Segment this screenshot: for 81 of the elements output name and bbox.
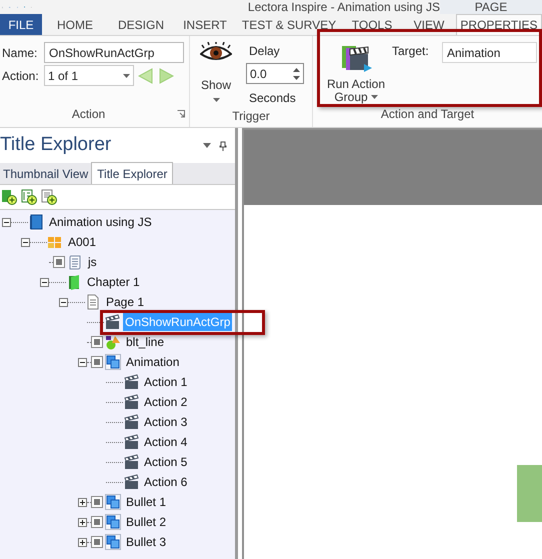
ribbon-tab[interactable]: DESIGN (108, 14, 174, 35)
chapter-book-icon (66, 274, 82, 290)
panel-title: Title Explorer (0, 133, 112, 158)
ribbon-tab[interactable]: VIEW (402, 14, 456, 35)
clapperboard-icon (123, 394, 139, 410)
clapperboard-icon (123, 434, 139, 450)
tree-item[interactable]: Action 3 (142, 413, 190, 431)
tree-item[interactable]: Action 5 (142, 453, 190, 471)
page-icon (85, 294, 101, 310)
ribbon-tab[interactable]: INSERT (174, 14, 236, 35)
panel-tab[interactable]: Title Explorer (91, 162, 174, 184)
scroll-icon (67, 254, 83, 270)
expand-toggle-icon[interactable] (78, 538, 87, 546)
ribbon-tab[interactable]: HOME (42, 14, 108, 35)
tree-item[interactable]: Bullet 3 (124, 533, 168, 551)
tree-item[interactable]: js (86, 253, 99, 271)
seconds-label: Seconds (249, 90, 297, 107)
tree-item[interactable]: Action 1 (142, 373, 190, 391)
tree-item[interactable]: Animation using JS (47, 213, 154, 231)
spin-arrows-icon (293, 68, 300, 80)
collapse-toggle-icon[interactable] (2, 218, 11, 226)
expand-toggle-icon[interactable] (78, 518, 87, 526)
action-dropdown[interactable]: 1 of 1 (44, 65, 134, 86)
overlapping-squares-icon (105, 494, 121, 510)
delay-label: Delay (249, 43, 281, 60)
collapse-toggle-icon[interactable] (59, 298, 68, 306)
file-menu-tab[interactable]: FILE (0, 14, 42, 35)
tree-item[interactable]: Animation (124, 353, 182, 371)
book-icon (28, 214, 44, 230)
target-label: Target: (392, 43, 430, 60)
collapse-toggle-icon[interactable] (40, 278, 49, 286)
overlapping-squares-icon (105, 514, 121, 530)
shapes-icon (105, 334, 121, 350)
ribbon-tab[interactable]: TOOLS (342, 14, 402, 35)
visibility-toggle[interactable] (91, 536, 103, 548)
group-label: Trigger (231, 108, 271, 125)
add-chapter-icon[interactable] (1, 189, 17, 205)
target-field[interactable]: Animation (442, 42, 537, 63)
visibility-toggle[interactable] (91, 496, 103, 508)
tree-item[interactable]: Action 4 (142, 433, 190, 451)
group-label: Action and Target (380, 106, 476, 123)
ribbon-tab[interactable]: TEST & SURVEY (236, 14, 342, 35)
tree-item[interactable]: Bullet 1 (124, 493, 168, 511)
visibility-toggle[interactable] (91, 356, 103, 368)
collapse-toggle-icon[interactable] (78, 358, 87, 366)
visibility-toggle[interactable] (91, 336, 103, 348)
clapperboard-icon (123, 374, 139, 390)
overlapping-squares-icon (105, 354, 121, 370)
overlapping-squares-icon (105, 534, 121, 550)
window-title: Lectora Inspire - Animation using JS (248, 0, 440, 14)
add-page-icon[interactable] (41, 189, 57, 205)
show-trigger-button[interactable]: Show (190, 42, 242, 107)
run-action-group-button[interactable]: Run Action Group (323, 42, 389, 103)
tree-item[interactable]: Page 1 (104, 293, 146, 311)
name-label: Name: (1, 44, 38, 62)
tree-item[interactable]: Chapter 1 (85, 273, 142, 291)
clapperboard-icon (104, 314, 120, 330)
clapperboard-icon (123, 414, 139, 430)
add-section-icon[interactable] (21, 189, 37, 205)
tree-item[interactable]: Action 2 (142, 393, 190, 411)
dialog-launcher-icon[interactable] (177, 110, 185, 118)
grid-icon (47, 234, 63, 250)
panel-tab[interactable]: Thumbnail View (0, 164, 92, 184)
expand-toggle-icon[interactable] (78, 498, 87, 506)
contextual-tab-group: PAGE (474, 0, 508, 14)
group-label: Action (70, 106, 106, 123)
rectangle-shape (517, 465, 542, 522)
delay-spin-field[interactable]: 0.0 (246, 63, 304, 84)
visibility-toggle[interactable] (53, 256, 65, 268)
dropdown-icon[interactable] (203, 143, 211, 148)
clapperboard-icon (123, 454, 139, 470)
tree-item[interactable]: Action 6 (142, 473, 190, 491)
tree-item[interactable]: blt_line (124, 333, 166, 351)
name-field[interactable]: OnShowRunActGrp (44, 42, 184, 63)
tree-item[interactable]: A001 (66, 233, 98, 251)
collapse-toggle-icon[interactable] (21, 238, 30, 246)
action-label: Action: (1, 68, 40, 84)
pin-icon[interactable] (219, 140, 227, 150)
visibility-toggle[interactable] (91, 516, 103, 528)
tree-item[interactable]: Bullet 2 (124, 513, 168, 531)
clapperboard-icon (123, 474, 139, 490)
